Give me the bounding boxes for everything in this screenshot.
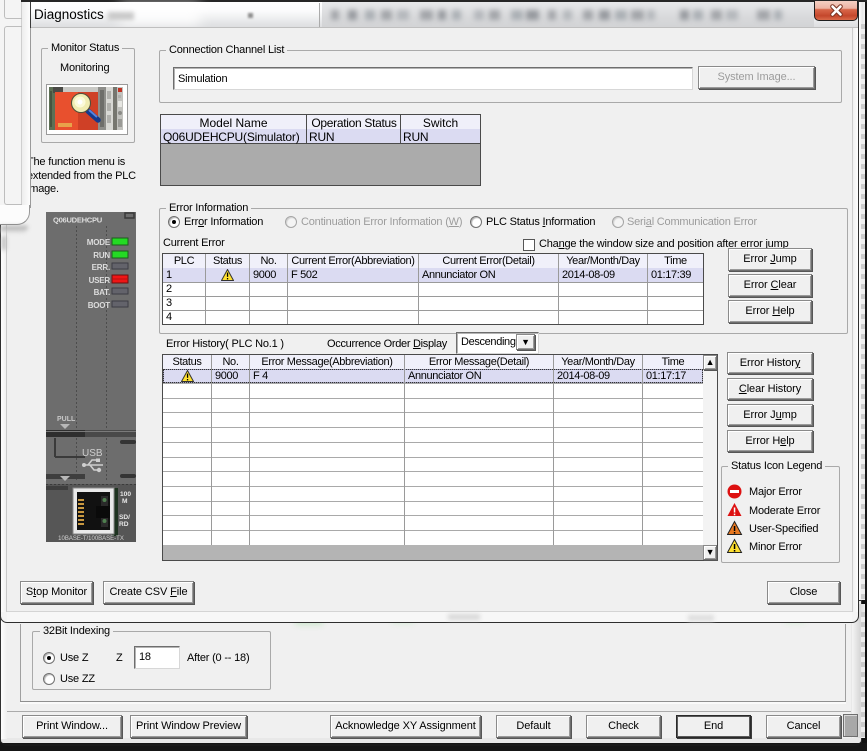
svg-text:BOOT: BOOT	[88, 301, 111, 310]
svg-text:SD/: SD/	[119, 514, 130, 521]
svg-text:BAT.: BAT.	[94, 288, 110, 297]
svg-text:Q06UDEHCPU: Q06UDEHCPU	[53, 216, 103, 225]
svg-text:10BASE-T/100BASE-TX: 10BASE-T/100BASE-TX	[58, 536, 124, 542]
svg-text:PULL: PULL	[57, 416, 76, 423]
svg-text:USB: USB	[82, 448, 103, 459]
svg-text:M: M	[122, 498, 128, 505]
svg-text:MODE: MODE	[87, 238, 111, 247]
svg-text:RUN: RUN	[93, 251, 110, 260]
svg-text:ERR.: ERR.	[92, 263, 110, 272]
svg-text:RD: RD	[119, 521, 129, 528]
svg-text:USER: USER	[89, 276, 111, 285]
svg-text:100: 100	[120, 491, 131, 498]
